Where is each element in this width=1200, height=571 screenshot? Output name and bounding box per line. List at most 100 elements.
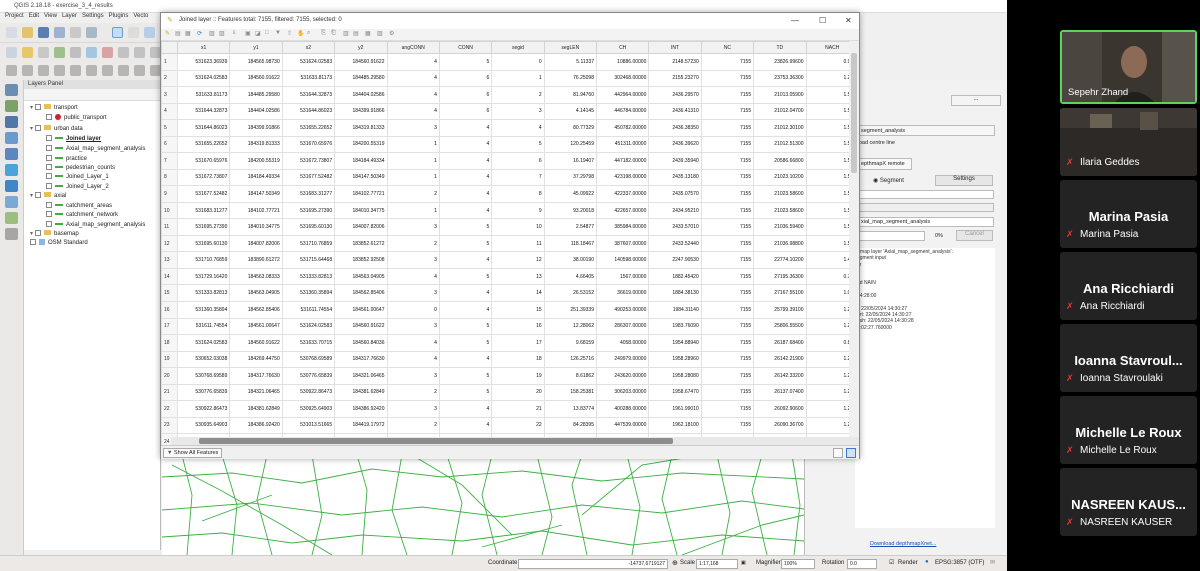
table-cell[interactable]: 531715.64468 <box>281 251 336 269</box>
add-mssql-icon[interactable] <box>5 148 18 160</box>
table-cell[interactable]: 23826.99600 <box>753 53 807 71</box>
table-cell[interactable]: 5 <box>438 218 493 236</box>
current-edits-icon[interactable] <box>6 47 17 58</box>
table-cell[interactable]: 1962.18100 <box>648 416 702 435</box>
table-row[interactable]: 10 531683.31277 184102.77721 531695.27390 18… <box>161 201 859 220</box>
table-cell[interactable]: 184317.76630 <box>334 350 388 369</box>
table-cell[interactable]: 5 <box>438 383 493 402</box>
table-cell[interactable]: 5 <box>438 267 493 286</box>
participant-tile[interactable]: NASREEN KAUS... ✗ NASREEN KAUSER <box>1060 468 1197 536</box>
table-cell[interactable]: 531333.82813 <box>281 267 336 286</box>
table-row[interactable]: 4 531644.32873 184404.02586 531644.86023 184… <box>161 102 859 121</box>
table-cell[interactable]: 184102.77721 <box>229 201 283 220</box>
layer-item[interactable]: Joined layer <box>46 135 101 144</box>
grid-corner[interactable] <box>161 41 178 54</box>
save-edits-icon[interactable] <box>38 47 49 58</box>
copy-rows-icon[interactable]: ⎘ <box>321 30 326 37</box>
table-cell[interactable]: 3 <box>386 284 440 302</box>
table-cell[interactable]: 531360.35894 <box>281 284 336 302</box>
table-cell[interactable]: 530776.65839 <box>176 383 231 402</box>
layer-visibility-checkbox[interactable] <box>46 173 52 179</box>
table-cell[interactable]: 20586.66800 <box>753 152 807 170</box>
add-wcs-icon[interactable] <box>5 180 18 192</box>
table-cell[interactable]: 8.61862 <box>543 367 598 385</box>
table-cell[interactable]: 37.29798 <box>543 168 598 187</box>
table-cell[interactable]: 12.28062 <box>543 317 598 336</box>
table-cell[interactable]: 531611.74554 <box>281 300 336 319</box>
layer-visibility-checkbox[interactable] <box>46 145 52 151</box>
table-cell[interactable]: 2433.57010 <box>648 218 702 236</box>
output-layer-field[interactable]: xial_map_segment_analysis <box>857 217 994 227</box>
row-number[interactable]: 17 <box>161 317 178 336</box>
crs-icon[interactable]: ● <box>925 559 929 565</box>
table-cell[interactable]: 6 <box>438 69 493 88</box>
table-cell[interactable]: 531729.16420 <box>176 267 231 286</box>
table-cell[interactable]: 4 <box>438 251 493 269</box>
table-cell[interactable]: 21012.30100 <box>753 119 807 137</box>
table-cell[interactable]: 531672.73807 <box>176 168 231 187</box>
reshape-icon[interactable] <box>102 65 113 76</box>
table-cell[interactable]: 26187.68400 <box>753 334 807 352</box>
table-row[interactable]: 20 530768.69589 184317.76630 530776.65839 18… <box>161 367 859 385</box>
table-cell[interactable]: 531644.32873 <box>281 86 336 104</box>
add-delimited-text-icon[interactable] <box>5 212 18 224</box>
multi-edit-icon[interactable]: ▤ <box>175 30 181 37</box>
table-cell[interactable]: 5 <box>491 135 545 154</box>
save-edits-icon[interactable]: ▦ <box>185 30 191 37</box>
layer-item[interactable]: ▾ transport <box>30 104 78 113</box>
row-number[interactable]: 15 <box>161 284 178 302</box>
participant-tile[interactable]: Ana Ricchiardi ✗ Ana Ricchiardi <box>1060 252 1197 320</box>
table-cell[interactable]: 12 <box>491 251 545 269</box>
table-cell[interactable]: 18 <box>491 350 545 369</box>
table-cell[interactable]: 13 <box>491 267 545 286</box>
table-cell[interactable]: 81.94760 <box>543 86 598 104</box>
table-cell[interactable]: 385984.00000 <box>595 218 650 236</box>
maximize-icon[interactable]: ☐ <box>819 16 826 25</box>
table-cell[interactable]: 126.25716 <box>543 350 598 369</box>
table-cell[interactable]: 5 <box>438 53 493 71</box>
row-number[interactable]: 9 <box>161 185 178 203</box>
table-cell[interactable]: 531624.02583 <box>176 69 231 88</box>
split-features-icon[interactable] <box>134 65 145 76</box>
table-row[interactable]: 5 531644.86023 184399.91866 531655.22652 184… <box>161 119 859 137</box>
participant-tile[interactable]: Marina Pasia ✗ Marina Pasia <box>1060 180 1197 248</box>
table-cell[interactable]: 5 <box>438 334 493 352</box>
table-cell[interactable]: 7155 <box>700 284 755 302</box>
epsg-label[interactable]: EPSG:3857 (OTF) <box>935 560 984 566</box>
table-row[interactable]: 9 531677.52482 184147.50349 531683.31277 184… <box>161 185 859 203</box>
layer-item[interactable]: public_transport <box>46 114 107 123</box>
table-cell[interactable]: 184404.02586 <box>334 86 388 104</box>
column-header[interactable]: x2 <box>281 41 336 54</box>
table-cell[interactable]: 7155 <box>700 350 755 369</box>
table-cell[interactable]: 447539.00000 <box>595 416 650 435</box>
table-row[interactable]: 7 531670.65976 184200.55319 531672.73807 184… <box>161 152 859 170</box>
table-cell[interactable]: 7155 <box>700 300 755 319</box>
layer-item[interactable]: catchment_areas <box>46 202 112 211</box>
table-cell[interactable]: 45.09922 <box>543 185 598 203</box>
minimize-icon[interactable]: — <box>791 16 799 25</box>
table-cell[interactable]: 11 <box>491 234 545 253</box>
table-cell[interactable]: 184563.04905 <box>334 267 388 286</box>
table-cell[interactable]: 531683.31277 <box>176 201 231 220</box>
table-cell[interactable]: 184561.00647 <box>229 317 283 336</box>
table-cell[interactable]: 21012.04700 <box>753 102 807 121</box>
new-field-icon[interactable]: ▥ <box>343 30 349 37</box>
table-cell[interactable]: 4 <box>438 416 493 435</box>
table-cell[interactable]: 7155 <box>700 334 755 352</box>
menu-view[interactable]: View <box>44 13 57 19</box>
table-cell[interactable]: 249979.00000 <box>595 350 650 369</box>
table-cell[interactable]: 4058.00000 <box>595 334 650 352</box>
layer-visibility-checkbox[interactable] <box>46 164 52 170</box>
table-cell[interactable]: 530922.86473 <box>176 400 231 418</box>
table-cell[interactable]: 531677.52482 <box>281 168 336 187</box>
table-cell[interactable]: 4 <box>438 300 493 319</box>
table-cell[interactable]: 4 <box>438 284 493 302</box>
table-cell[interactable]: 10886.00000 <box>595 53 650 71</box>
table-cell[interactable]: 531633.70715 <box>281 334 336 352</box>
table-cell[interactable]: 4 <box>438 185 493 203</box>
table-cell[interactable]: 530935.64903 <box>176 416 231 435</box>
table-cell[interactable]: 184007.82006 <box>229 234 283 253</box>
table-cell[interactable]: 530652.03038 <box>176 350 231 369</box>
add-feature-icon[interactable]: ▧ <box>209 30 215 37</box>
column-header[interactable]: INT <box>648 41 702 54</box>
